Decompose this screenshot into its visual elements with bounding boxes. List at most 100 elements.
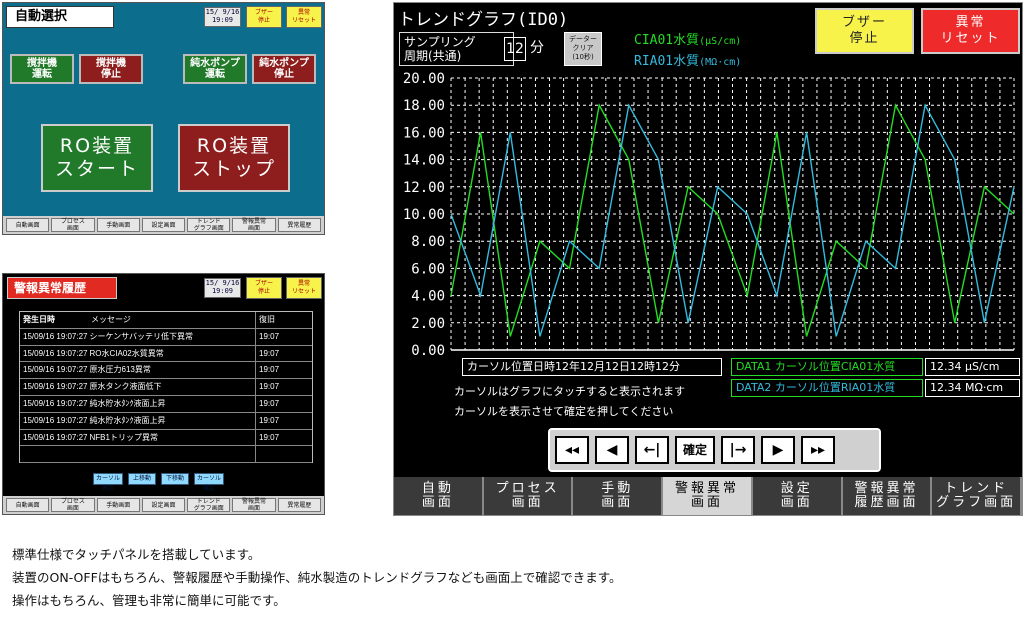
nav-alarm[interactable]: 警報異常 画面: [663, 477, 753, 515]
table-row[interactable]: 15/09/16 19:07:27 原水圧力613異常 19:07: [20, 362, 312, 380]
buzzer-stop-button[interactable]: ブザー 停止: [815, 8, 914, 54]
table-row[interactable]: 15/09/16 19:07:27 RO水CIA02水質異常 19:07: [20, 345, 312, 363]
alarm-message: 純水貯水ﾀﾝｸ液面上昇: [89, 398, 166, 408]
cursor-control-bar: ◂◂ ◀ ←| 確定 |→ ▶ ▸▸: [548, 428, 881, 472]
alarm-time-message: 15/09/16 19:07:27 純水貯水ﾀﾝｸ液面上昇: [20, 412, 256, 429]
y-tick-label: 18.00: [403, 98, 445, 114]
alarm-time-message: 15/09/16 19:07:27 原水タンク液面低下: [20, 379, 256, 395]
screen-nav-bar: 自動 画面 プロセス 画面 手動 画面 警報異常 画面 設定 画面 警報異常 履歴画面 トレ…: [394, 477, 1022, 515]
nav-manual[interactable]: 手動画面: [573, 477, 664, 515]
alarm-recovery: 19:07: [259, 365, 280, 375]
alarm-history-screen: 警報異常履歴 15/ 9/16 19:09 ブザー 停止 異常 リセット 発生日時 メッ…: [2, 273, 325, 515]
screen-nav-bar: 自動画面 プロセス 画面 手動画面 設定画面 トレンド グラフ画面 警報異常 画面 異…: [3, 496, 324, 514]
cursor-show-button[interactable]: カーソル表示: [93, 473, 123, 492]
nav-trend[interactable]: トレンド グラフ画面: [187, 218, 231, 232]
agitator-run-button[interactable]: 撹拌機 運転: [10, 54, 74, 84]
table-row[interactable]: 15/09/16 19:07:27 シーケンサバッテリ低下異常 19:07: [20, 328, 312, 346]
buzzer-stop-button[interactable]: ブザー 停止: [246, 277, 282, 299]
cursor-next-button[interactable]: ▶: [761, 436, 795, 464]
table-row[interactable]: 15/09/16 19:07:27 純水貯水ﾀﾝｸ液面上昇 19:07: [20, 412, 312, 430]
nav-process[interactable]: プロセス 画面: [51, 498, 95, 512]
y-tick-label: 12.00: [403, 180, 445, 196]
nav-history[interactable]: 異常履歴: [277, 498, 321, 512]
cursor-step-right-button[interactable]: |→: [721, 436, 755, 464]
cursor-datetime: カーソル位置日時12年12月12日12時12分: [462, 358, 722, 376]
buzzer-stop-button[interactable]: ブザー 停止: [246, 6, 282, 28]
cursor-prev-button[interactable]: ◀: [595, 436, 629, 464]
alarm-time: 15/09/16 19:07:27: [23, 382, 88, 392]
caption-line-3: 操作はもちろん、管理も非常に簡単に可能です。: [12, 593, 286, 608]
table-header: 発生日時 メッセージ 復旧: [20, 312, 312, 329]
alarm-message: シーケンサバッテリ低下異常: [89, 331, 193, 341]
nav-settings[interactable]: 設定画面: [752, 477, 843, 515]
table-row[interactable]: 15/09/16 19:07:27 原水タンク液面低下 19:07: [20, 379, 312, 396]
nav-auto[interactable]: 自動画面: [6, 218, 50, 232]
nav-history[interactable]: 異常履歴: [277, 218, 321, 232]
table-row[interactable]: 15/09/16 19:07:27 純水貯水ﾀﾝｸ液面上昇 19:07: [20, 395, 312, 413]
alarm-reset-button[interactable]: 異常 リセット: [921, 8, 1020, 54]
alarm-recovery: 19:07: [259, 331, 280, 341]
ro-stop-button[interactable]: RO装置 ストップ: [178, 124, 290, 192]
alarm-time: 15/09/16 19:07:27: [23, 365, 88, 375]
nav-alarm[interactable]: 警報異常 画面: [232, 218, 276, 232]
data1-value: 12.34 μS/cm: [925, 358, 1020, 376]
sampling-label: サンプリング: [404, 35, 476, 49]
cursor-note-1: カーソルはグラフにタッチすると表示されます: [454, 385, 685, 398]
nav-process[interactable]: プロセス 画面: [51, 218, 95, 232]
alarm-reset-button[interactable]: 異常 リセット: [286, 277, 322, 299]
alarm-recovery: 19:07: [259, 398, 280, 408]
nav-manual[interactable]: 手動画面: [96, 498, 140, 512]
data-clear-button[interactable]: データー クリア (10秒): [564, 32, 602, 66]
cursor-last-button[interactable]: ▸▸: [801, 436, 835, 464]
alarm-recovery: 19:07: [259, 415, 280, 425]
nav-settings[interactable]: 設定画面: [141, 498, 186, 512]
caption-line-2: 装置のON-OFFはもちろん、警報履歴や手動操作、純水製造のトレンドグラフなども…: [12, 570, 622, 585]
alarm-recovery: 19:07: [259, 432, 280, 442]
cursor-down-button[interactable]: 下移動: [161, 473, 189, 485]
screen-nav-bar: 自動画面 プロセス 画面 手動画面 設定画面 トレンド グラフ画面 警報異常 画面 異…: [3, 216, 324, 234]
y-tick-label: 16.00: [403, 125, 445, 141]
alarm-time: 15/09/16 19:07:27: [23, 331, 88, 341]
y-tick-label: 6.00: [411, 261, 445, 277]
table-row[interactable]: [20, 446, 312, 464]
alarm-time-message: 15/09/16 19:07:27 RO水CIA02水質異常: [20, 345, 256, 362]
nav-process[interactable]: プロセス 画面: [483, 477, 574, 515]
sampling-value[interactable]: 12: [504, 37, 526, 61]
alarm-message: RO水CIA02水質異常: [89, 348, 164, 358]
pure-water-pump-run-button[interactable]: 純水ポンプ 運転: [183, 54, 247, 84]
alarm-recovery: 19:07: [259, 382, 280, 392]
nav-auto[interactable]: 自動画面: [6, 498, 50, 512]
cursor-first-button[interactable]: ◂◂: [555, 436, 589, 464]
agitator-stop-button[interactable]: 撹拌機 停止: [79, 54, 143, 84]
alarm-time: 15/09/16 19:07:27: [23, 348, 88, 358]
datetime-stamp: 15/ 9/16 19:09: [204, 278, 241, 298]
header-time: 発生日時: [23, 315, 55, 324]
cursor-confirm-button[interactable]: カーソル確定: [194, 473, 224, 492]
datetime-stamp: 15/ 9/16 19:09: [204, 7, 241, 27]
table-row[interactable]: 15/09/16 19:07:27 NFB1トリップ異常 19:07: [20, 429, 312, 447]
pure-water-pump-stop-button[interactable]: 純水ポンプ 停止: [252, 54, 316, 84]
cursor-up-button[interactable]: 上移動: [128, 473, 156, 485]
nav-settings[interactable]: 設定画面: [141, 218, 186, 232]
data1-label: DATA1 カーソル位置CIA01水質: [731, 358, 923, 376]
alarm-message: 純水貯水ﾀﾝｸ液面上昇: [89, 415, 166, 425]
nav-manual[interactable]: 手動画面: [96, 218, 140, 232]
alarm-time: 15/09/16 19:07:27: [23, 432, 88, 442]
screen-title: 自動選択: [6, 6, 114, 28]
cursor-step-left-button[interactable]: ←|: [635, 436, 669, 464]
ro-start-button[interactable]: RO装置 スタート: [41, 124, 153, 192]
alarm-time: 15/09/16 19:07:27: [23, 398, 88, 408]
nav-auto[interactable]: 自動画面: [394, 477, 484, 515]
nav-trend[interactable]: トレンド グラフ画面: [932, 477, 1022, 515]
sampling-label-2: 周期(共通): [404, 49, 462, 63]
nav-trend[interactable]: トレンド グラフ画面: [187, 498, 231, 512]
alarm-time: 15/09/16 19:07:27: [23, 415, 88, 425]
screen-title: 警報異常履歴: [7, 277, 117, 299]
header-recovery: 復旧: [259, 315, 275, 324]
nav-alarm-history[interactable]: 警報異常 履歴画面: [842, 477, 933, 515]
cursor-confirm-button[interactable]: 確定: [675, 436, 715, 464]
nav-alarm[interactable]: 警報異常 画面: [232, 498, 276, 512]
trend-chart[interactable]: 0.00 2.00 4.00 6.00 8.00 10.00 12.00 14.00 16.00…: [394, 66, 1022, 358]
alarm-reset-button[interactable]: 異常 リセット: [286, 6, 322, 28]
screen-title: トレンドグラフ(ID0): [398, 10, 569, 30]
